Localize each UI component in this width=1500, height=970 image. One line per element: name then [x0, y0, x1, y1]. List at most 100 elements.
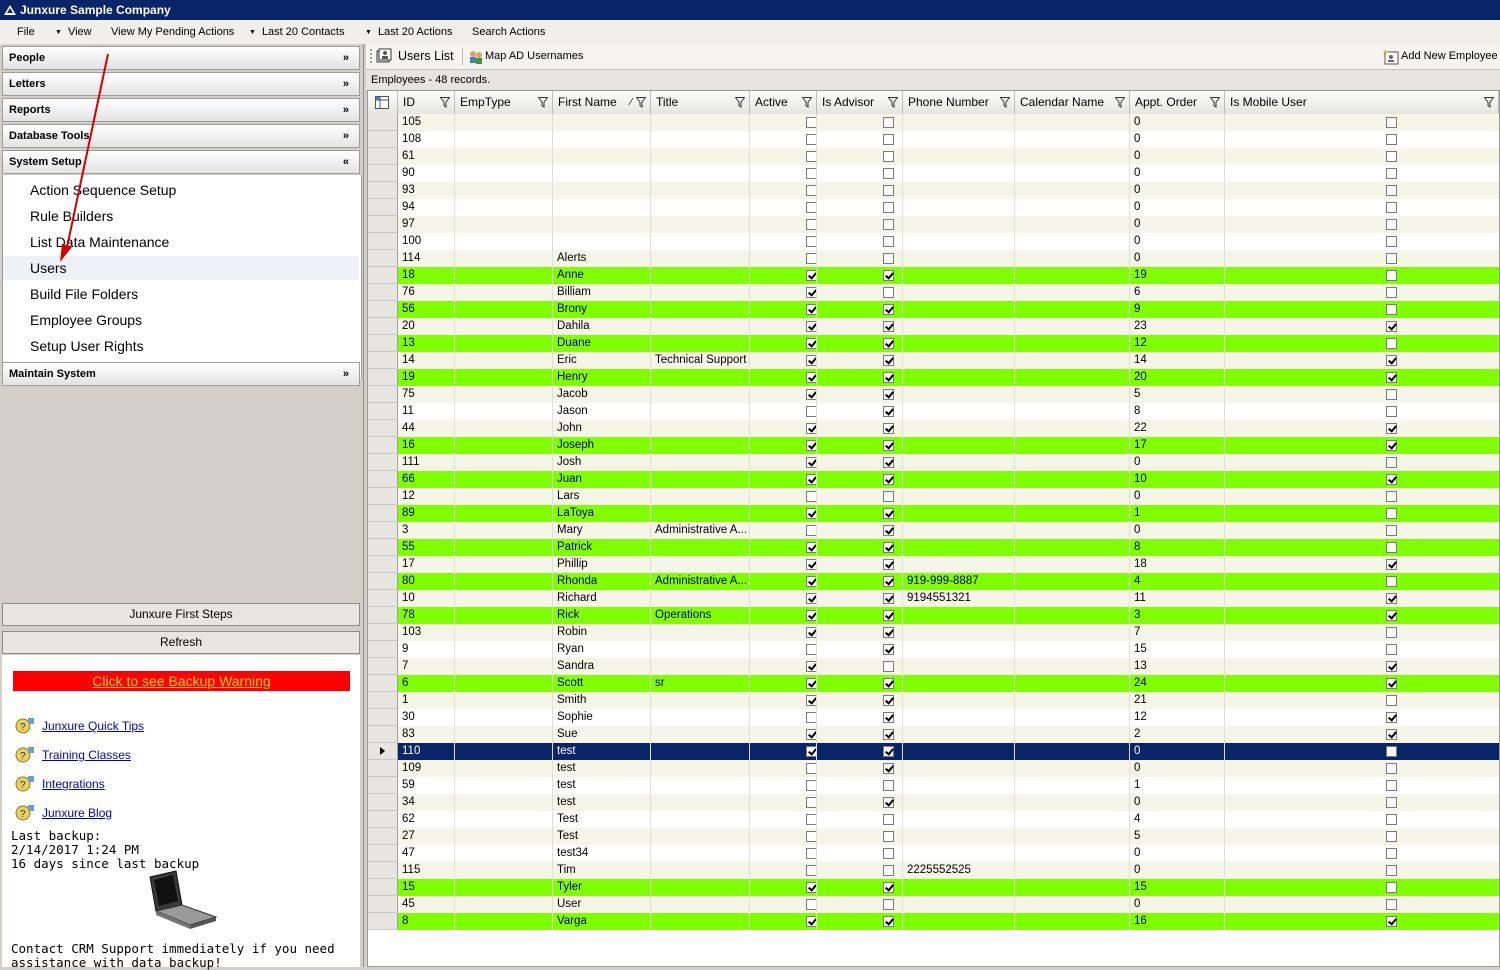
column-header-first-name[interactable]: First Name ⁄: [553, 91, 651, 114]
cell-id[interactable]: 11: [398, 403, 455, 420]
cell-phone[interactable]: [903, 760, 1015, 777]
active-checkbox[interactable]: [806, 848, 816, 859]
table-row[interactable]: 9 Ryan 15: [398, 641, 1499, 658]
active-checkbox[interactable]: [806, 831, 816, 842]
cell-id[interactable]: 75: [398, 386, 455, 403]
cell-calendar[interactable]: [1015, 471, 1130, 488]
active-checkbox[interactable]: [806, 882, 816, 893]
advisor-checkbox[interactable]: [883, 678, 894, 689]
advisor-checkbox[interactable]: [883, 185, 894, 196]
cell-phone[interactable]: [903, 148, 1015, 165]
cell-appt[interactable]: 22: [1130, 420, 1225, 437]
cell-phone[interactable]: [903, 896, 1015, 913]
cell-title[interactable]: [651, 862, 750, 879]
cell-title[interactable]: Technical Support: [651, 352, 750, 369]
table-row[interactable]: 89 LaToya 1: [398, 505, 1499, 522]
cell-calendar[interactable]: [1015, 692, 1130, 709]
mobile-checkbox[interactable]: [1386, 372, 1397, 383]
cell-appt[interactable]: 15: [1130, 879, 1225, 896]
cell-emptype[interactable]: [455, 658, 553, 675]
advisor-checkbox[interactable]: [883, 236, 894, 247]
row-selector[interactable]: [368, 692, 398, 709]
table-row[interactable]: 83 Sue 2: [398, 726, 1499, 743]
row-selector[interactable]: [368, 352, 398, 369]
cell-calendar[interactable]: [1015, 743, 1130, 760]
table-row[interactable]: 56 Brony 9: [398, 301, 1499, 318]
cell-first[interactable]: Sophie: [553, 709, 651, 726]
cell-emptype[interactable]: [455, 794, 553, 811]
table-row[interactable]: 34 test 0: [398, 794, 1499, 811]
cell-appt[interactable]: 18: [1130, 556, 1225, 573]
cell-emptype[interactable]: [455, 726, 553, 743]
advisor-checkbox[interactable]: [883, 865, 894, 876]
cell-emptype[interactable]: [455, 862, 553, 879]
cell-calendar[interactable]: [1015, 845, 1130, 862]
mobile-checkbox[interactable]: [1386, 134, 1397, 145]
cell-id[interactable]: 90: [398, 165, 455, 182]
cell-id[interactable]: 110: [398, 743, 455, 760]
active-checkbox[interactable]: [806, 525, 816, 536]
cell-phone[interactable]: [903, 522, 1015, 539]
cell-appt[interactable]: 0: [1130, 896, 1225, 913]
cell-id[interactable]: 61: [398, 148, 455, 165]
cell-appt[interactable]: 11: [1130, 590, 1225, 607]
cell-appt[interactable]: 3: [1130, 607, 1225, 624]
cell-appt[interactable]: 0: [1130, 488, 1225, 505]
cell-phone[interactable]: [903, 539, 1015, 556]
cell-calendar[interactable]: [1015, 335, 1130, 352]
cell-calendar[interactable]: [1015, 641, 1130, 658]
cell-title[interactable]: Administrative A...: [651, 573, 750, 590]
cell-appt[interactable]: 0: [1130, 454, 1225, 471]
cell-id[interactable]: 80: [398, 573, 455, 590]
nav-item-list-data-maintenance[interactable]: List Data Maintenance: [3, 230, 359, 254]
filter-icon[interactable]: [440, 97, 450, 108]
row-selector[interactable]: [368, 267, 398, 284]
cell-phone[interactable]: [903, 692, 1015, 709]
advisor-checkbox[interactable]: [883, 372, 894, 383]
table-row[interactable]: 20 Dahila 23: [398, 318, 1499, 335]
table-row[interactable]: 90 0: [398, 165, 1499, 182]
cell-first[interactable]: Rick: [553, 607, 651, 624]
row-selector[interactable]: [368, 250, 398, 267]
active-checkbox[interactable]: [806, 219, 816, 230]
nav-item-setup-user-rights[interactable]: Setup User Rights: [3, 334, 359, 358]
cell-calendar[interactable]: [1015, 233, 1130, 250]
cell-phone[interactable]: [903, 335, 1015, 352]
cell-calendar[interactable]: [1015, 301, 1130, 318]
table-row[interactable]: 30 Sophie 12: [398, 709, 1499, 726]
advisor-checkbox[interactable]: [883, 219, 894, 230]
mobile-checkbox[interactable]: [1386, 746, 1397, 757]
cell-title[interactable]: [651, 454, 750, 471]
cell-phone[interactable]: [903, 216, 1015, 233]
cell-calendar[interactable]: [1015, 369, 1130, 386]
table-row[interactable]: 75 Jacob 5: [398, 386, 1499, 403]
cell-title[interactable]: [651, 556, 750, 573]
cell-title[interactable]: [651, 743, 750, 760]
column-header-calendar-name[interactable]: Calendar Name: [1015, 91, 1130, 114]
row-selector[interactable]: [368, 522, 398, 539]
cell-calendar[interactable]: [1015, 199, 1130, 216]
cell-emptype[interactable]: [455, 182, 553, 199]
column-header-id[interactable]: ID: [398, 91, 455, 114]
cell-calendar[interactable]: [1015, 284, 1130, 301]
cell-id[interactable]: 114: [398, 250, 455, 267]
row-selector[interactable]: [368, 454, 398, 471]
advisor-checkbox[interactable]: [883, 457, 894, 468]
row-selector[interactable]: [368, 420, 398, 437]
active-checkbox[interactable]: [806, 678, 816, 689]
cell-phone[interactable]: 2225552525: [903, 862, 1015, 879]
table-row[interactable]: 14 Eric Technical Support 14: [398, 352, 1499, 369]
active-checkbox[interactable]: [806, 236, 816, 247]
active-checkbox[interactable]: [806, 797, 816, 808]
mobile-checkbox[interactable]: [1386, 865, 1397, 876]
cell-first[interactable]: LaToya: [553, 505, 651, 522]
cell-emptype[interactable]: [455, 573, 553, 590]
cell-appt[interactable]: 0: [1130, 233, 1225, 250]
cell-first[interactable]: [553, 114, 651, 131]
cell-calendar[interactable]: [1015, 590, 1130, 607]
cell-calendar[interactable]: [1015, 726, 1130, 743]
row-selector[interactable]: [368, 148, 398, 165]
cell-appt[interactable]: 16: [1130, 913, 1225, 930]
column-header-emptype[interactable]: EmpType: [455, 91, 553, 114]
table-row[interactable]: 16 Joseph 17: [398, 437, 1499, 454]
